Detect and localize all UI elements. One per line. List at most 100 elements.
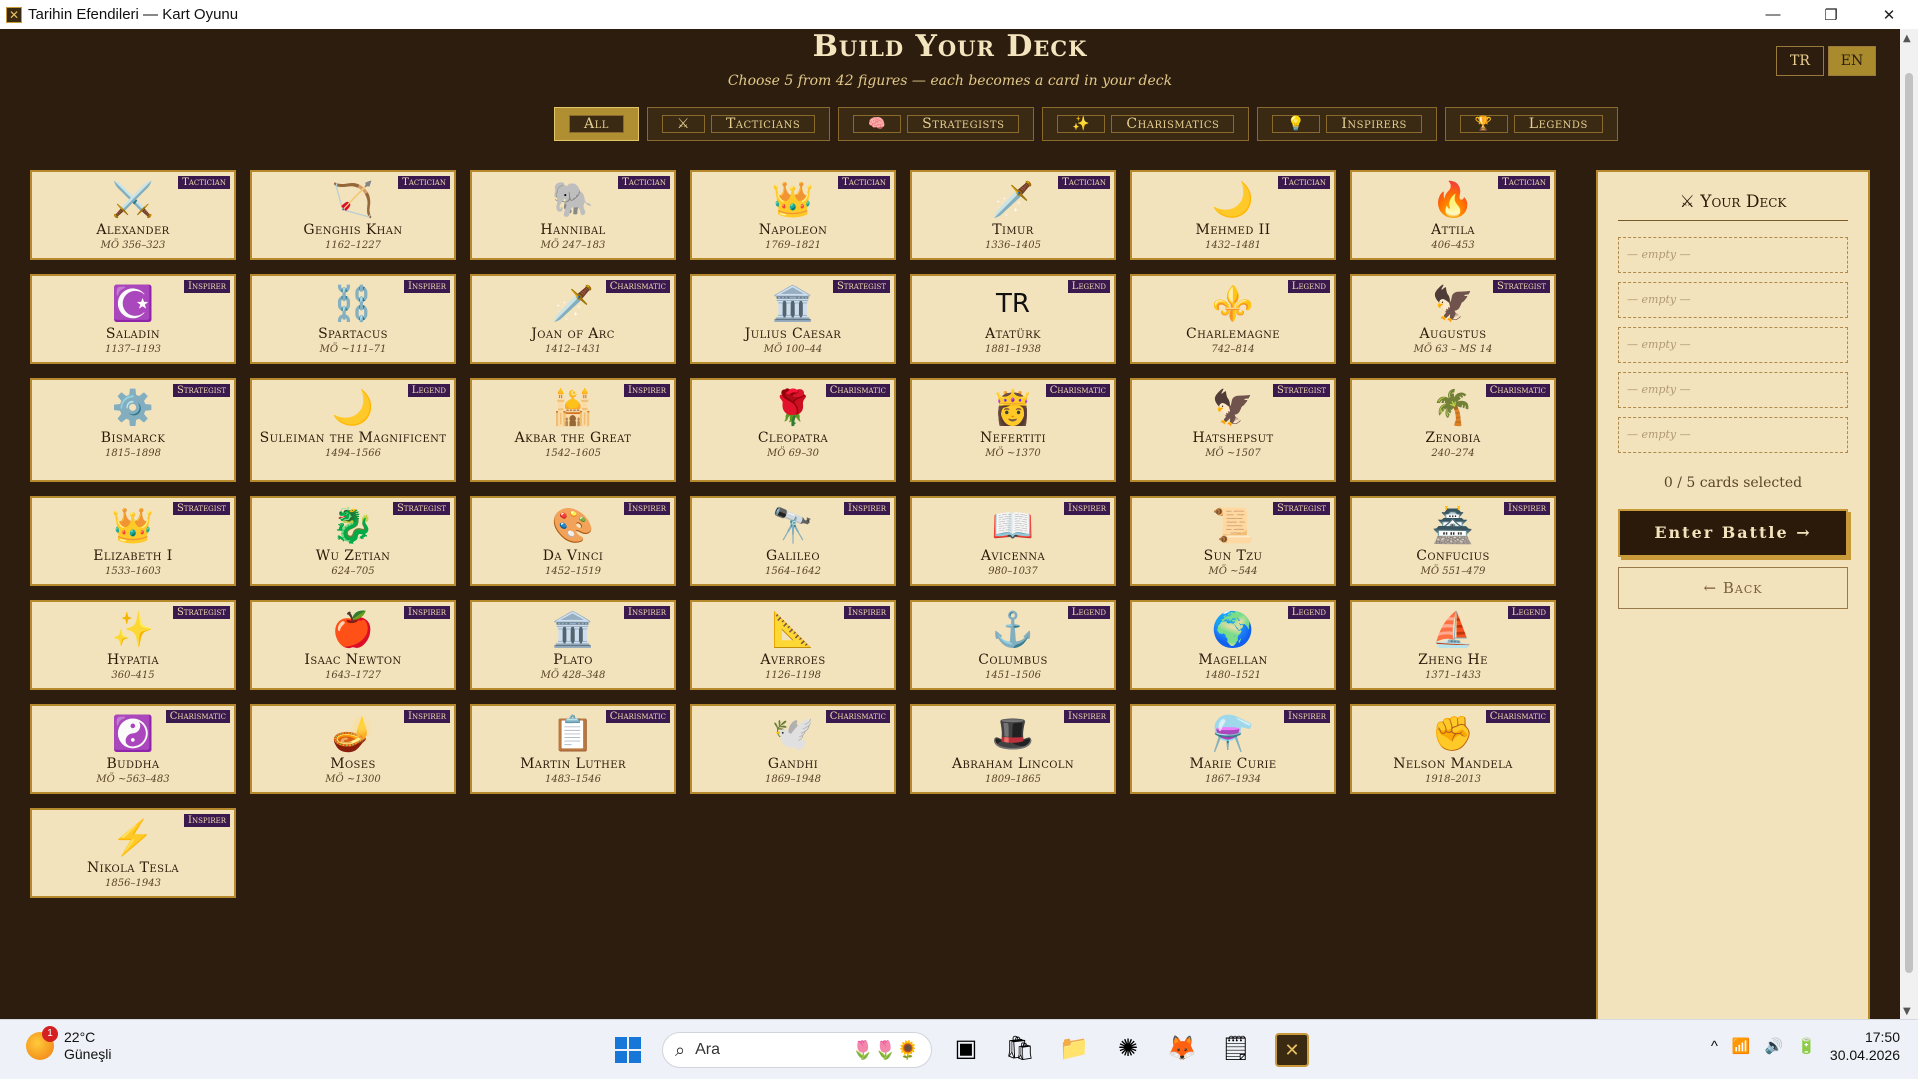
figure-card-saladin[interactable]: Inspirer ☪️ Saladin 1137–1193 (30, 274, 236, 364)
figure-card-genghis-khan[interactable]: Tactician 🏹 Genghis Khan 1162–1227 (250, 170, 456, 260)
filter-tab-label: All (569, 115, 624, 133)
minimize-button[interactable]: — (1744, 0, 1802, 29)
figure-card-nefertiti[interactable]: Charismatic 👸 Nefertiti MÖ ~1370 (910, 378, 1116, 482)
figure-dates: 1564–1642 (765, 566, 821, 577)
class-badge: Charismatic (605, 710, 670, 723)
figure-card-isaac-newton[interactable]: Inspirer 🍎 Isaac Newton 1643–1727 (250, 600, 456, 690)
figure-card-buddha[interactable]: Charismatic ☯️ Buddha MÖ ~563–483 (30, 704, 236, 794)
figure-card-cleopatra[interactable]: Charismatic 🌹 Cleopatra MÖ 69–30 (690, 378, 896, 482)
figure-card-spartacus[interactable]: Inspirer ⛓️ Spartacus MÖ ~111–71 (250, 274, 456, 364)
figure-card-wu-zetian[interactable]: Strategist 🐉 Wu Zetian 624–705 (250, 496, 456, 586)
figure-card-akbar-the-great[interactable]: Inspirer 🕌 Akbar the Great 1542–1605 (470, 378, 676, 482)
claude-icon[interactable]: ✺ (1108, 1028, 1148, 1068)
figure-card-mehmed-ii[interactable]: Tactician 🌙 Mehmed II 1432–1481 (1130, 170, 1336, 260)
figure-card-augustus[interactable]: Strategist 🦅 Augustus MÖ 63 – MS 14 (1350, 274, 1556, 364)
figure-card-zenobia[interactable]: Charismatic 🌴 Zenobia 240–274 (1350, 378, 1556, 482)
start-icon[interactable] (608, 1030, 648, 1070)
clock[interactable]: 17:50 30.04.2026 (1830, 1028, 1900, 1064)
task-view-icon[interactable]: ▣ (946, 1028, 986, 1068)
figure-card-timur[interactable]: Tactician 🗡️ Timur 1336–1405 (910, 170, 1116, 260)
figure-card-columbus[interactable]: Legend ⚓ Columbus 1451–1506 (910, 600, 1116, 690)
deck-slot-2[interactable]: — empty — (1618, 282, 1848, 318)
figure-dates: 980–1037 (988, 566, 1038, 577)
store-icon[interactable]: 🛍 (1000, 1028, 1040, 1068)
figure-dates: 1867–1934 (1205, 774, 1261, 785)
figure-name: Isaac Newton (304, 652, 402, 668)
charismatics-icon: ✨ (1057, 115, 1106, 133)
figure-card-zheng-he[interactable]: Legend ⛵ Zheng He 1371–1433 (1350, 600, 1556, 690)
figure-card-plato[interactable]: Inspirer 🏛️ Plato MÖ 428–348 (470, 600, 676, 690)
figure-card-averroes[interactable]: Inspirer 📐 Averroes 1126–1198 (690, 600, 896, 690)
figure-card-attila[interactable]: Tactician 🔥 Attila 406–453 (1350, 170, 1556, 260)
figure-card-confucius[interactable]: Inspirer 🏯 Confucius MÖ 551–479 (1350, 496, 1556, 586)
file-explorer-icon[interactable]: 📁 (1054, 1028, 1094, 1068)
wifi-icon[interactable]: 📶 (1732, 1037, 1751, 1055)
figure-card-abraham-lincoln[interactable]: Inspirer 🎩 Abraham Lincoln 1809–1865 (910, 704, 1116, 794)
figure-card-avicenna[interactable]: Inspirer 📖 Avicenna 980–1037 (910, 496, 1116, 586)
figure-card-atat-rk[interactable]: Legend TR Atatürk 1881–1938 (910, 274, 1116, 364)
close-button[interactable]: ✕ (1860, 0, 1918, 29)
figure-name: Hannibal (540, 222, 606, 238)
figure-card-joan-of-arc[interactable]: Charismatic 🗡️ Joan of Arc 1412–1431 (470, 274, 676, 364)
tray-chevron-icon[interactable]: ^ (1711, 1038, 1718, 1055)
lang-tr-button[interactable]: TR (1776, 46, 1824, 76)
scrollbar[interactable]: ▲ ▼ (1900, 29, 1918, 1019)
figure-card-gandhi[interactable]: Charismatic 🕊️ Gandhi 1869–1948 (690, 704, 896, 794)
figure-card-napoleon[interactable]: Tactician 👑 Napoleon 1769–1821 (690, 170, 896, 260)
filter-tab-tacticians[interactable]: ⚔ Tacticians (646, 107, 831, 141)
figure-card-galileo[interactable]: Inspirer 🔭 Galileo 1564–1642 (690, 496, 896, 586)
figure-card-nikola-tesla[interactable]: Inspirer ⚡ Nikola Tesla 1856–1943 (30, 808, 236, 898)
figure-card-magellan[interactable]: Legend 🌍 Magellan 1480–1521 (1130, 600, 1336, 690)
deck-slot-5[interactable]: — empty — (1618, 417, 1848, 453)
battery-icon[interactable]: 🔋 (1797, 1037, 1816, 1055)
figure-card-hatshepsut[interactable]: Strategist 🦅 Hatshepsut MÖ ~1507 (1130, 378, 1336, 482)
filter-tab-inspirers[interactable]: 💡 Inspirers (1257, 107, 1437, 141)
figure-card-suleiman-the-magnificent[interactable]: Legend 🌙 Suleiman the Magnificent 1494–1566 (250, 378, 456, 482)
figure-card-sun-tzu[interactable]: Strategist 📜 Sun Tzu MÖ ~544 (1130, 496, 1336, 586)
card-game-icon[interactable]: ✕ (1275, 1033, 1309, 1067)
figure-card-alexander[interactable]: Tactician ⚔️ Alexander MÖ 356–323 (30, 170, 236, 260)
figure-dates: MÖ 63 – MS 14 (1413, 344, 1493, 355)
figure-card-charlemagne[interactable]: Legend ⚜️ Charlemagne 742–814 (1130, 274, 1336, 364)
figure-card-julius-caesar[interactable]: Strategist 🏛️ Julius Caesar MÖ 100–44 (690, 274, 896, 364)
figure-card-bismarck[interactable]: Strategist ⚙️ Bismarck 1815–1898 (30, 378, 236, 482)
sound-icon[interactable]: 🔊 (1765, 1037, 1784, 1055)
page-title: Build Your Deck (812, 29, 1088, 64)
figure-dates: 1371–1433 (1425, 670, 1481, 681)
class-badge: Tactician (838, 176, 890, 189)
figure-card-hypatia[interactable]: Strategist ✨ Hypatia 360–415 (30, 600, 236, 690)
scroll-down-icon[interactable]: ▼ (1903, 1006, 1911, 1017)
enter-battle-button[interactable]: Enter Battle → (1618, 509, 1848, 557)
weather-badge: 1 (42, 1026, 58, 1042)
taskbar-search[interactable]: ⌕ Ara 🌷🌷🌻 (662, 1032, 932, 1068)
figure-card-elizabeth-i[interactable]: Strategist 👑 Elizabeth I 1533–1603 (30, 496, 236, 586)
lang-en-button[interactable]: EN (1828, 46, 1876, 76)
figure-dates: 1643–1727 (325, 670, 381, 681)
figure-card-marie-curie[interactable]: Inspirer ⚗️ Marie Curie 1867–1934 (1130, 704, 1336, 794)
figure-card-nelson-mandela[interactable]: Charismatic ✊ Nelson Mandela 1918–2013 (1350, 704, 1556, 794)
deck-slot-4[interactable]: — empty — (1618, 372, 1848, 408)
filter-tab-charismatics[interactable]: ✨ Charismatics (1042, 107, 1250, 141)
figure-name: Buddha (106, 756, 160, 772)
figure-card-hannibal[interactable]: Tactician 🐘 Hannibal MÖ 247–183 (470, 170, 676, 260)
figure-name: Zenobia (1425, 430, 1481, 446)
tacticians-icon: ⚔ (661, 115, 705, 133)
figure-card-moses[interactable]: Inspirer 🪔 Moses MÖ ~1300 (250, 704, 456, 794)
notepad-icon[interactable]: 🗒 (1216, 1028, 1256, 1068)
filter-tab-legends[interactable]: 🏆 Legends (1444, 107, 1618, 141)
class-badge: Inspirer (1064, 502, 1110, 515)
firefox-icon[interactable]: 🦊 (1162, 1028, 1202, 1068)
deck-slot-1[interactable]: — empty — (1618, 237, 1848, 273)
figure-card-martin-luther[interactable]: Charismatic 📋 Martin Luther 1483–1546 (470, 704, 676, 794)
scroll-up-icon[interactable]: ▲ (1903, 33, 1911, 44)
filter-tab-all[interactable]: All (554, 107, 639, 141)
scrollbar-thumb[interactable] (1905, 73, 1913, 973)
back-button[interactable]: ← Back (1618, 567, 1848, 609)
weather-widget[interactable]: 1 22°C Güneşli (26, 1026, 111, 1063)
figure-card-da-vinci[interactable]: Inspirer 🎨 Da Vinci 1452–1519 (470, 496, 676, 586)
filter-tab-strategists[interactable]: 🧠 Strategists (838, 107, 1035, 141)
deck-slot-3[interactable]: — empty — (1618, 327, 1848, 363)
restore-button[interactable]: ❐ (1802, 0, 1860, 29)
class-badge: Strategist (832, 280, 890, 293)
figure-name: Saladin (105, 326, 161, 342)
